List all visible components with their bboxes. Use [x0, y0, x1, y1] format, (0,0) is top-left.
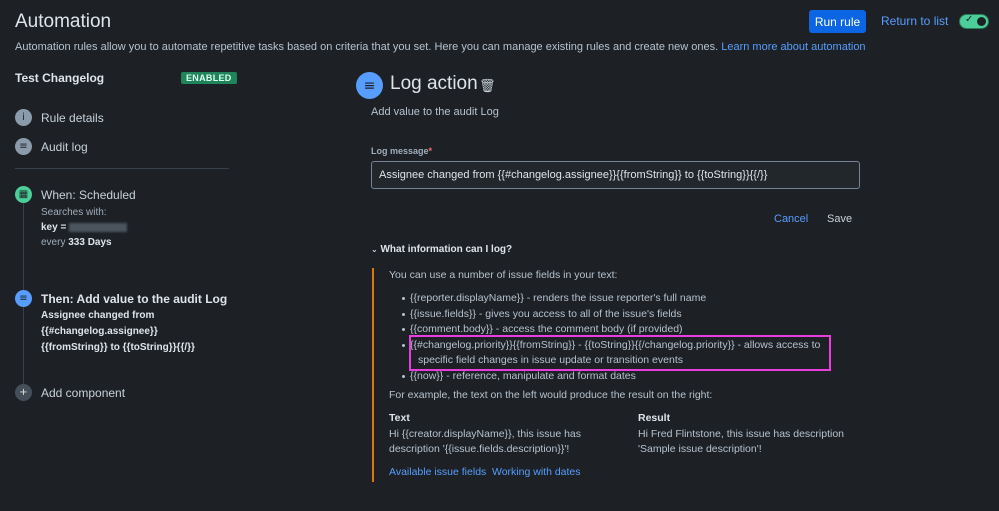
trigger-item[interactable]: ▦ When: Scheduled: [15, 186, 136, 203]
help-intro: You can use a number of issue fields in …: [389, 269, 618, 281]
status-badge: ENABLED: [181, 72, 237, 84]
example-text-line: Hi {{creator.displayName}}, this issue h…: [389, 428, 582, 440]
help-item: {{issue.fields}} - gives you access to a…: [402, 308, 682, 320]
example-intro: For example, the text on the left would …: [389, 389, 713, 401]
help-item: {{comment.body}} - access the comment bo…: [402, 323, 683, 335]
trigger-every: every: [41, 237, 66, 248]
document-icon: ≡: [15, 138, 32, 155]
trigger-key: key =: [41, 222, 128, 233]
example-result-line: 'Sample issue description'!: [638, 443, 762, 455]
required-mark: *: [428, 146, 433, 156]
trigger-title: When: Scheduled: [41, 187, 136, 202]
example-text-line: description '{{issue.fields.description}…: [389, 443, 570, 455]
return-to-list-link[interactable]: Return to list: [881, 14, 948, 28]
intro-text: Automation rules allow you to automate r…: [15, 41, 866, 53]
action-item[interactable]: ≡ Then: Add value to the audit Log: [15, 290, 227, 307]
save-button[interactable]: Save: [827, 213, 852, 225]
chevron-down-icon: ⌄: [371, 245, 378, 254]
action-line-1: Assignee changed from: [41, 310, 155, 321]
info-icon: i: [15, 109, 32, 126]
pane-title: Log action: [390, 73, 478, 94]
rule-enabled-toggle[interactable]: ✓: [959, 14, 989, 29]
rule-details-label: Rule details: [41, 110, 104, 125]
flow-connector: [23, 196, 24, 292]
intro-description: Automation rules allow you to automate r…: [15, 41, 719, 53]
calendar-icon: ▦: [15, 186, 32, 203]
result-column-header: Result: [638, 412, 671, 424]
log-message-field[interactable]: Assignee changed from {{#changelog.assig…: [371, 161, 860, 189]
flow-connector: [23, 300, 24, 386]
help-accent-bar: [372, 268, 374, 482]
plus-icon: +: [15, 384, 32, 401]
working-with-dates-link[interactable]: Working with dates: [492, 466, 581, 478]
trigger-key-label: key =: [41, 222, 67, 233]
run-rule-button[interactable]: Run rule: [809, 10, 866, 33]
trigger-searches-with: Searches with:: [41, 207, 107, 218]
page-title: Automation: [15, 11, 112, 32]
sidebar-divider: [15, 168, 229, 169]
log-message-label-text: Log message: [371, 146, 429, 156]
text-column-header: Text: [389, 412, 410, 424]
trigger-interval: every 333 Days: [41, 237, 112, 248]
rule-name: Test Changelog: [15, 71, 105, 85]
help-item: {{now}} - reference, manipulate and form…: [402, 370, 636, 382]
action-line-2: {{#changelog.assignee}}: [41, 326, 158, 337]
audit-log-label: Audit log: [41, 139, 88, 154]
learn-more-link[interactable]: Learn more about automation: [721, 41, 865, 53]
trigger-interval-value: 333 Days: [68, 237, 112, 248]
help-toggle-label: What information can I log?: [380, 244, 513, 255]
check-icon: ✓: [965, 14, 974, 25]
available-issue-fields-link[interactable]: Available issue fields: [389, 466, 486, 478]
audit-log-item[interactable]: ≡ Audit log: [15, 138, 88, 155]
add-component-label: Add component: [41, 385, 126, 400]
example-result-line: Hi Fred Flintstone, this issue has descr…: [638, 428, 845, 440]
log-message-label: Log message*: [371, 146, 432, 156]
log-action-icon: ≡: [356, 72, 383, 99]
trash-icon[interactable]: 🗑: [479, 79, 496, 94]
highlight-box: [409, 335, 831, 371]
log-icon: ≡: [15, 290, 32, 307]
pane-subtitle: Add value to the audit Log: [371, 106, 499, 118]
help-toggle[interactable]: ⌄ What information can I log?: [371, 244, 512, 255]
add-component-button[interactable]: + Add component: [15, 384, 125, 401]
help-item: {{reporter.displayName}} - renders the i…: [401, 292, 707, 304]
toggle-knob: [977, 17, 986, 26]
action-title: Then: Add value to the audit Log: [41, 291, 228, 306]
action-line-3: {{fromString}} to {{toString}}{{/}}: [41, 342, 195, 353]
cancel-button[interactable]: Cancel: [774, 213, 808, 225]
rule-details-item[interactable]: i Rule details: [15, 109, 104, 126]
redacted-key: [69, 222, 128, 232]
